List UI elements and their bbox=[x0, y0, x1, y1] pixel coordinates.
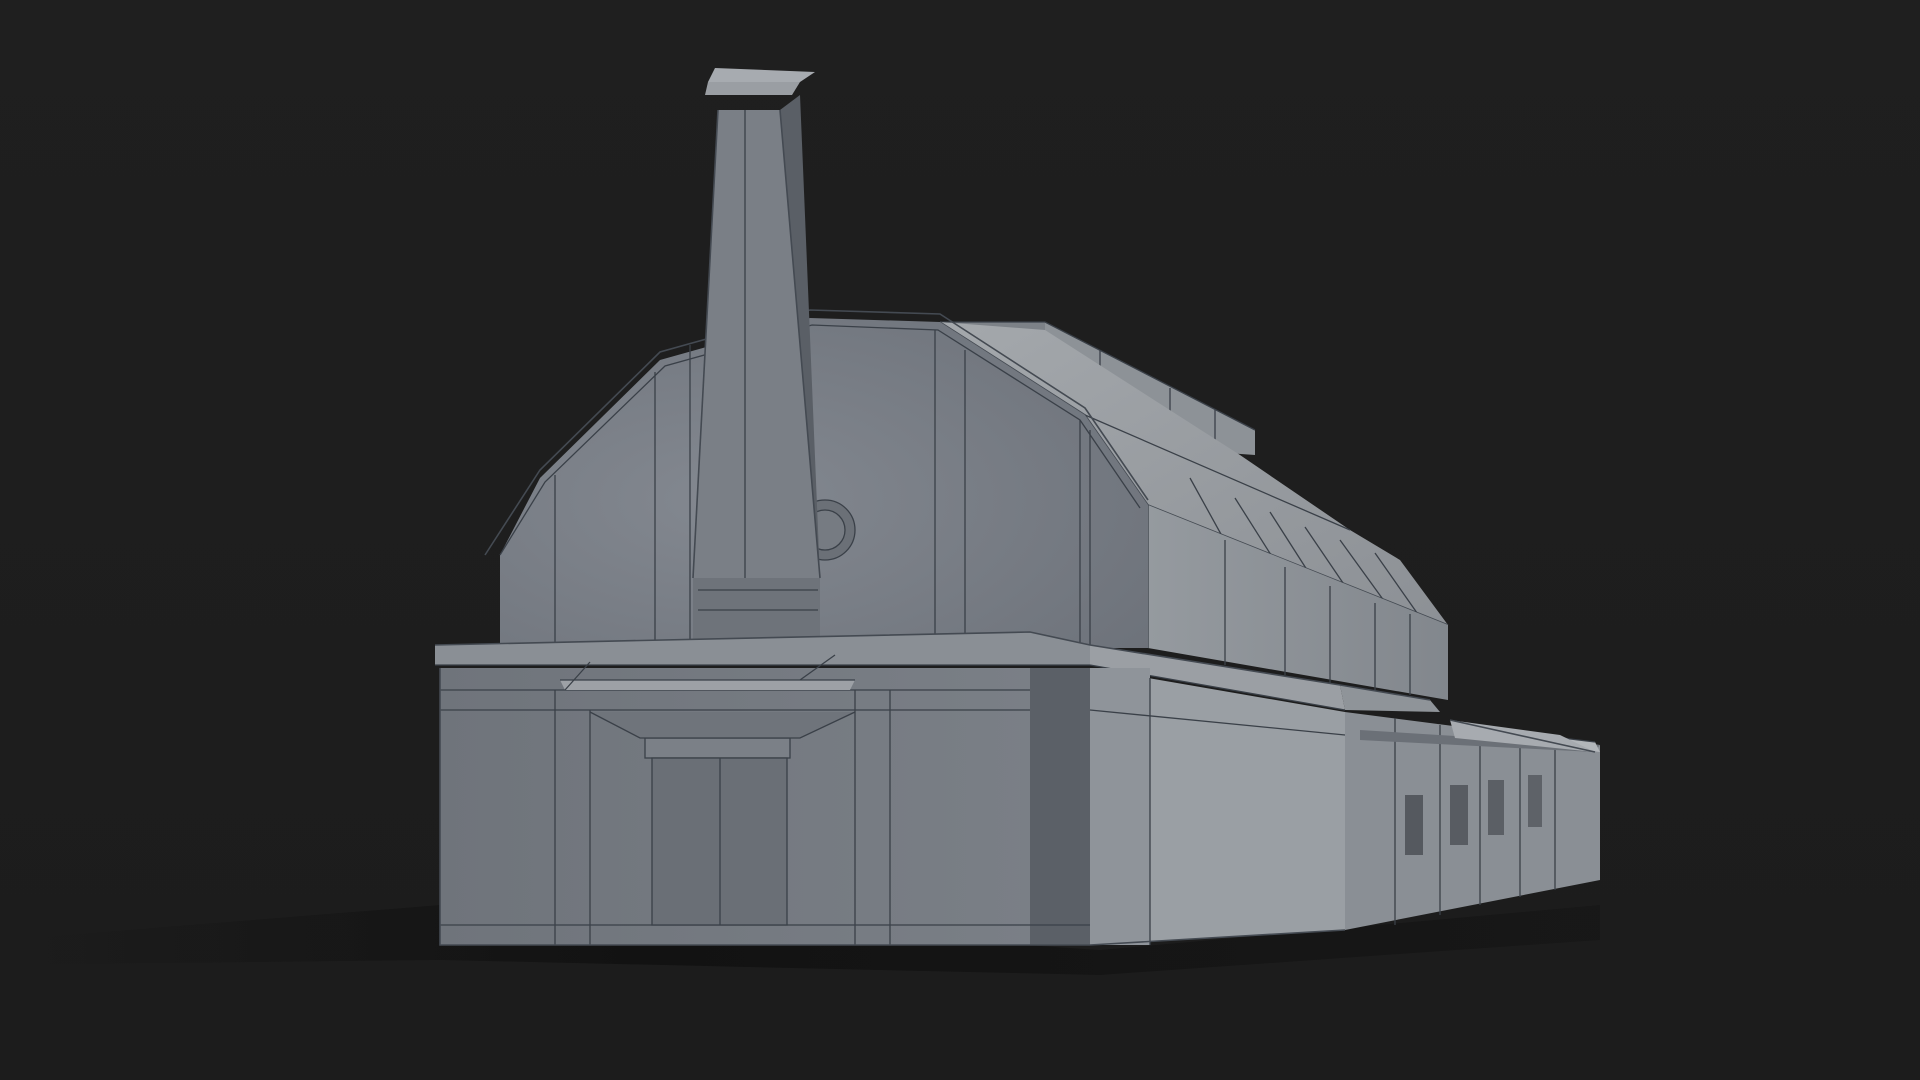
render-viewport bbox=[0, 0, 1920, 1080]
side-wall-lower bbox=[1089, 668, 1346, 946]
